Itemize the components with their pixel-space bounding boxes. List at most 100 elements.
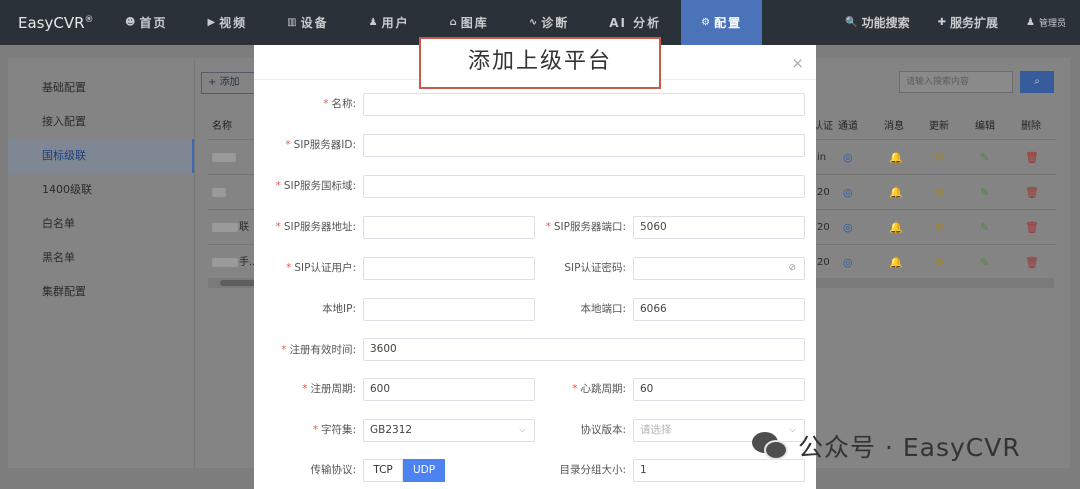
trash-icon[interactable]: 🗑 bbox=[1025, 140, 1039, 175]
sip-server-address-label: * SIP服务器地址: bbox=[275, 221, 356, 233]
bell-icon[interactable]: 🔔 bbox=[889, 245, 903, 280]
search-icon: 🔍 bbox=[845, 17, 858, 28]
nav-item-devices[interactable]: ▥ 设备 bbox=[267, 0, 348, 45]
transport-tcp-option[interactable]: TCP bbox=[363, 459, 403, 482]
app-logo[interactable]: EasyCVR® bbox=[0, 14, 105, 32]
chevron-down-icon: ⌵ bbox=[519, 425, 526, 435]
user-icon: ♟ bbox=[368, 17, 378, 28]
nav-item-home[interactable]: ☻ 首页 bbox=[105, 0, 187, 45]
transport-udp-option[interactable]: UDP bbox=[403, 459, 445, 482]
bell-icon[interactable]: 🔔 bbox=[889, 210, 903, 245]
local-port-label: 本地端口: bbox=[580, 303, 626, 315]
refresh-icon[interactable]: ↻ bbox=[935, 245, 944, 280]
add-superior-platform-dialog: × * 名称: * SIP服务器ID: * SIP服务国标域: * SIP服务器地址: … bbox=[254, 37, 816, 489]
channel-icon[interactable]: ◎ bbox=[843, 175, 853, 210]
sip-auth-user-input[interactable] bbox=[363, 257, 535, 280]
sidebar-item-cluster[interactable]: 集群配置 bbox=[8, 275, 194, 309]
user-menu[interactable]: ♟ 管理员 bbox=[1012, 0, 1080, 45]
register-valid-time-label: * 注册有效时间: bbox=[281, 344, 356, 356]
heartbeat-period-input[interactable]: 60 bbox=[633, 378, 805, 401]
service-extension-button[interactable]: ✚ 服务扩展 bbox=[924, 0, 1012, 45]
channel-icon[interactable]: ◎ bbox=[843, 140, 853, 175]
trash-icon[interactable]: 🗑 bbox=[1025, 210, 1039, 245]
edit-icon[interactable]: ✎ bbox=[980, 210, 989, 245]
sip-server-port-input[interactable]: 5060 bbox=[633, 216, 805, 239]
plus-icon: + bbox=[208, 77, 220, 88]
nav-item-config[interactable]: ⚙ 配置 bbox=[681, 0, 763, 45]
sip-auth-password-input[interactable]: ⊘ bbox=[633, 257, 805, 280]
blurred-name bbox=[212, 188, 226, 197]
name-input[interactable] bbox=[363, 93, 805, 116]
device-icon: ▥ bbox=[287, 17, 297, 28]
refresh-icon[interactable]: ↻ bbox=[935, 175, 944, 210]
column-header-update: 更新 bbox=[929, 121, 949, 132]
search-button[interactable]: ⌕ bbox=[1020, 71, 1054, 93]
column-header-delete: 删除 bbox=[1021, 121, 1041, 132]
blurred-name bbox=[212, 153, 236, 162]
refresh-icon[interactable]: ↻ bbox=[935, 210, 944, 245]
name-label: * 名称: bbox=[323, 98, 356, 110]
puzzle-icon: ✚ bbox=[937, 17, 946, 28]
register-period-label: * 注册周期: bbox=[302, 383, 356, 395]
local-ip-label: 本地IP: bbox=[322, 303, 356, 315]
channel-icon[interactable]: ◎ bbox=[843, 245, 853, 280]
sidebar-item-access[interactable]: 接入配置 bbox=[8, 105, 194, 139]
trash-icon[interactable]: 🗑 bbox=[1025, 175, 1039, 210]
pulse-icon: ∿ bbox=[528, 17, 538, 28]
wechat-icon bbox=[752, 430, 790, 462]
sidebar-item-1400-cascade[interactable]: 1400级联 bbox=[8, 173, 194, 207]
edit-icon[interactable]: ✎ bbox=[980, 245, 989, 280]
catalog-group-size-label: 目录分组大小: bbox=[559, 464, 626, 476]
edit-icon[interactable]: ✎ bbox=[980, 175, 989, 210]
play-icon: ▶ bbox=[207, 17, 216, 28]
search-input[interactable]: 请输入搜索内容 bbox=[899, 71, 1013, 93]
sip-auth-password-label: SIP认证密码: bbox=[564, 262, 626, 274]
transport-protocol-label: 传输协议: bbox=[310, 464, 356, 476]
add-platform-button[interactable]: + 添加 bbox=[201, 72, 257, 94]
sip-domain-input[interactable] bbox=[363, 175, 805, 198]
sip-server-id-input[interactable] bbox=[363, 134, 805, 157]
config-sidebar: 基础配置 接入配置 国标级联 1400级联 白名单 黑名单 集群配置 bbox=[8, 58, 195, 468]
close-icon[interactable]: × bbox=[791, 54, 804, 72]
nav-item-users[interactable]: ♟ 用户 bbox=[349, 0, 430, 45]
sip-server-address-input[interactable] bbox=[363, 216, 535, 239]
sip-auth-user-label: * SIP认证用户: bbox=[286, 262, 356, 274]
blurred-name bbox=[212, 223, 238, 232]
gallery-icon: ⌂ bbox=[449, 17, 457, 28]
sip-server-port-label: * SIP服务器端口: bbox=[545, 221, 626, 233]
nav-right: 🔍 功能搜索 ✚ 服务扩展 ♟ 管理员 bbox=[831, 0, 1080, 45]
sidebar-item-blacklist[interactable]: 黑名单 bbox=[8, 241, 194, 275]
nav-item-video[interactable]: ▶ 视频 bbox=[187, 0, 267, 45]
blurred-name bbox=[212, 258, 238, 267]
column-header-message: 消息 bbox=[884, 121, 904, 132]
edit-icon[interactable]: ✎ bbox=[980, 140, 989, 175]
sidebar-item-whitelist[interactable]: 白名单 bbox=[8, 207, 194, 241]
register-valid-time-input[interactable]: 3600 bbox=[363, 338, 805, 361]
avatar-icon: ♟ bbox=[1026, 17, 1035, 28]
bell-icon[interactable]: 🔔 bbox=[889, 140, 903, 175]
charset-select[interactable]: GB2312 ⌵ bbox=[363, 419, 535, 442]
watermark-text: 公众号 · EasyCVR bbox=[798, 433, 1021, 462]
eye-off-icon[interactable]: ⊘ bbox=[788, 258, 796, 279]
heartbeat-period-label: * 心跳周期: bbox=[572, 383, 626, 395]
sidebar-item-basic[interactable]: 基础配置 bbox=[8, 71, 194, 105]
charset-label: * 字符集: bbox=[312, 424, 356, 436]
column-header-channel: 通道 bbox=[838, 121, 858, 132]
protocol-version-label: 协议版本: bbox=[580, 424, 626, 436]
local-port-input[interactable]: 6066 bbox=[633, 298, 805, 321]
register-period-input[interactable]: 600 bbox=[363, 378, 535, 401]
feature-search-button[interactable]: 🔍 功能搜索 bbox=[831, 0, 923, 45]
wechat-watermark: 公众号 · EasyCVR bbox=[752, 428, 1021, 464]
channel-icon[interactable]: ◎ bbox=[843, 210, 853, 245]
gear-icon: ⚙ bbox=[701, 17, 711, 28]
sip-server-id-label: * SIP服务器ID: bbox=[285, 139, 356, 151]
column-header-edit: 编辑 bbox=[975, 121, 995, 132]
bell-icon[interactable]: 🔔 bbox=[889, 175, 903, 210]
local-ip-input[interactable] bbox=[363, 298, 535, 321]
refresh-icon[interactable]: ↻ bbox=[935, 140, 944, 175]
sidebar-item-gb-cascade[interactable]: 国标级联 bbox=[8, 139, 194, 173]
sip-domain-label: * SIP服务国标域: bbox=[275, 180, 356, 192]
column-header-name: 名称 bbox=[212, 121, 232, 132]
search-icon: ⌕ bbox=[1034, 76, 1040, 87]
trash-icon[interactable]: 🗑 bbox=[1025, 245, 1039, 280]
